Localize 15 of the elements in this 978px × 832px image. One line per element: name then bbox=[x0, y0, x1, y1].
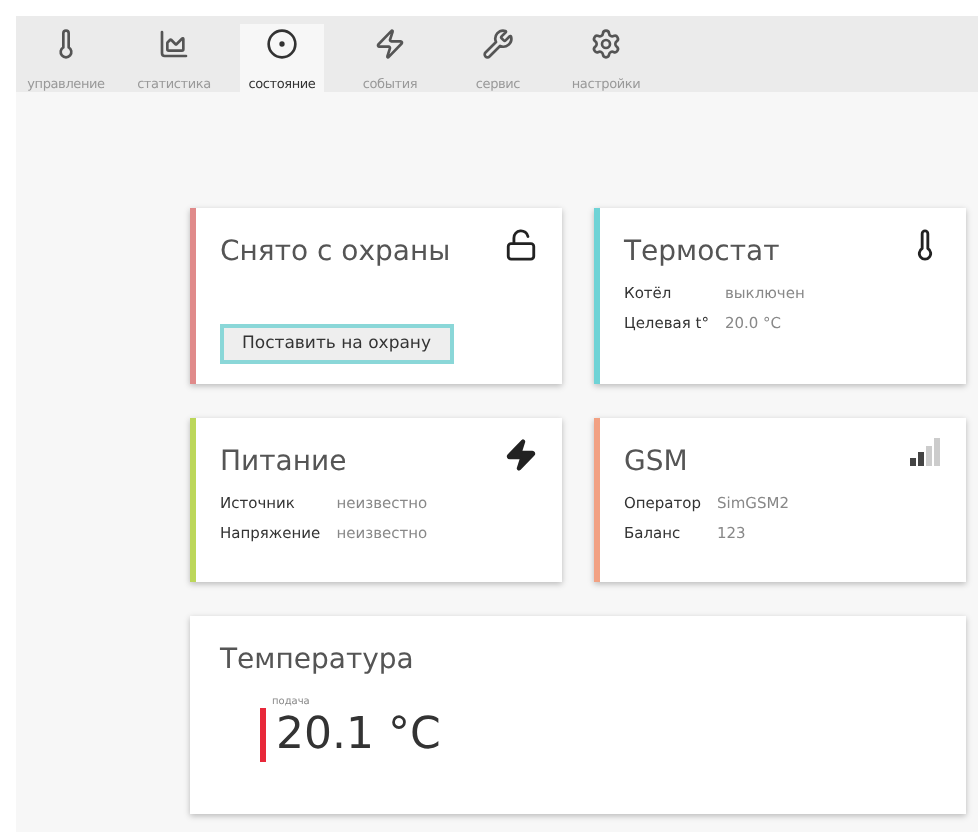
signal-bars-icon bbox=[910, 438, 942, 466]
settings-icon bbox=[590, 28, 622, 60]
arm-button[interactable]: Поставить на охрану bbox=[220, 324, 454, 364]
card-title: Термостат bbox=[624, 236, 780, 268]
sensor-value: 20.1 °C bbox=[276, 710, 441, 760]
card-title: GSM bbox=[624, 446, 688, 478]
unlocked-padlock-icon bbox=[504, 228, 538, 262]
card-title: Питание bbox=[220, 446, 347, 478]
wrench-icon bbox=[482, 28, 514, 60]
card-title: Температура bbox=[220, 644, 414, 676]
area-chart-icon bbox=[158, 28, 190, 60]
circle-dot-icon bbox=[266, 28, 298, 60]
card-title: Снято с охраны bbox=[220, 236, 451, 268]
lightning-bolt-icon bbox=[504, 438, 538, 472]
lightning-bolt-icon bbox=[374, 28, 406, 60]
